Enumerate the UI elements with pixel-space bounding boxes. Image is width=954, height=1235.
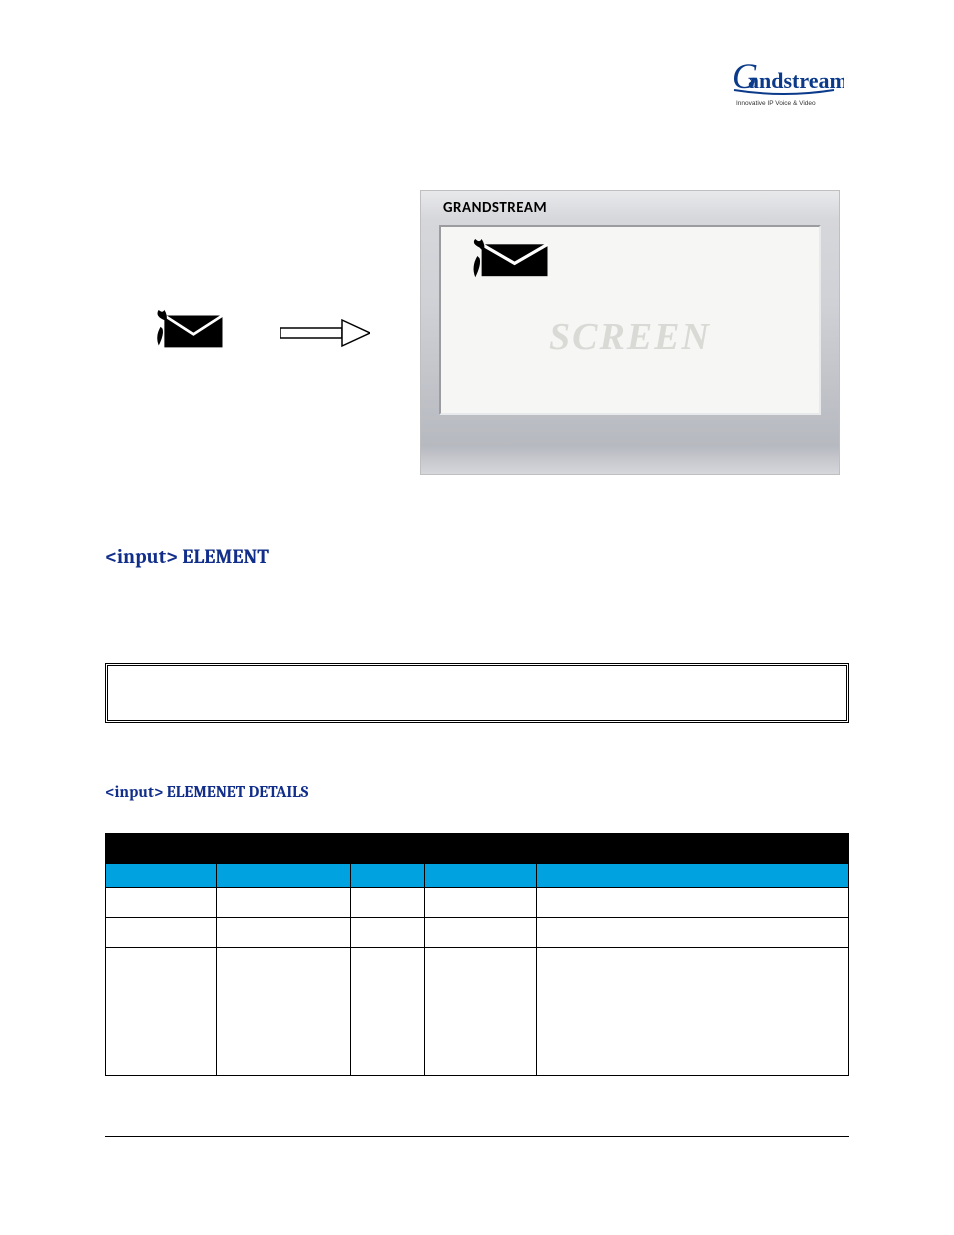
table-column-header (106, 864, 217, 888)
code-example-box (105, 663, 849, 723)
table-group-header (425, 834, 849, 864)
table-column-header (351, 864, 425, 888)
screen-watermark-text: SCREEN (549, 315, 711, 359)
table-row (106, 888, 849, 918)
device-brand-label: GRANDSTREAM (441, 195, 547, 217)
svg-text:andstream: andstream (748, 68, 844, 93)
device-screen: SCREEN (439, 225, 821, 415)
table-row (106, 918, 849, 948)
section-heading-input-element: <input> ELEMENT (105, 545, 849, 568)
footer-separator (105, 1136, 849, 1137)
table-group-header (106, 834, 425, 864)
envelope-icon (471, 239, 556, 279)
table-column-header (536, 864, 848, 888)
table-column-header (425, 864, 536, 888)
svg-text:Innovative IP Voice & Video: Innovative IP Voice & Video (736, 100, 816, 107)
table-column-header (217, 864, 351, 888)
figure-illustration: GRANDSTREAM SCREEN (105, 190, 849, 475)
arrow-icon (280, 318, 370, 348)
device-mock: GRANDSTREAM SCREEN (420, 190, 840, 475)
envelope-icon (155, 308, 230, 358)
input-element-details-table (105, 833, 849, 1076)
brand-logo: G andstream Innovative IP Voice & Video (714, 50, 844, 120)
sub-heading-input-element-details: <input> ELEMENET DETAILS (105, 783, 849, 801)
table-row (106, 948, 849, 1076)
